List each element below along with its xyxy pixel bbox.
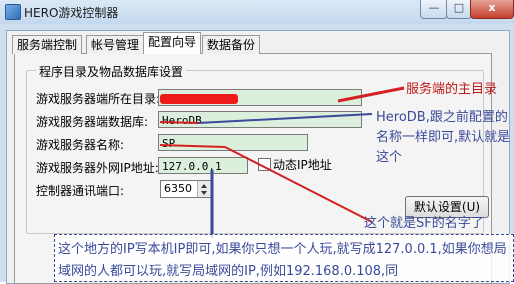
tab-config-wizard[interactable]: 配置向导 bbox=[143, 32, 202, 54]
underline-herodb bbox=[159, 121, 199, 124]
annotation-herodb: HeroDB,跟之前配置的名称一样即可,默认就是这个 bbox=[376, 110, 511, 165]
arrow-sp bbox=[224, 146, 373, 223]
arrow-server-dir bbox=[337, 86, 405, 103]
arrow-herodb bbox=[197, 113, 373, 124]
ip-hint-text: 这个地方的IP写本机IP即可,如果你只想一个人玩,就写成127.0.0.1,如果… bbox=[58, 242, 507, 279]
underline-sp bbox=[159, 144, 226, 148]
annotation-sf-name: 这个就是SF的名字了 bbox=[364, 216, 484, 231]
annotation-server-dir: 服务端的主目录 bbox=[406, 82, 498, 97]
